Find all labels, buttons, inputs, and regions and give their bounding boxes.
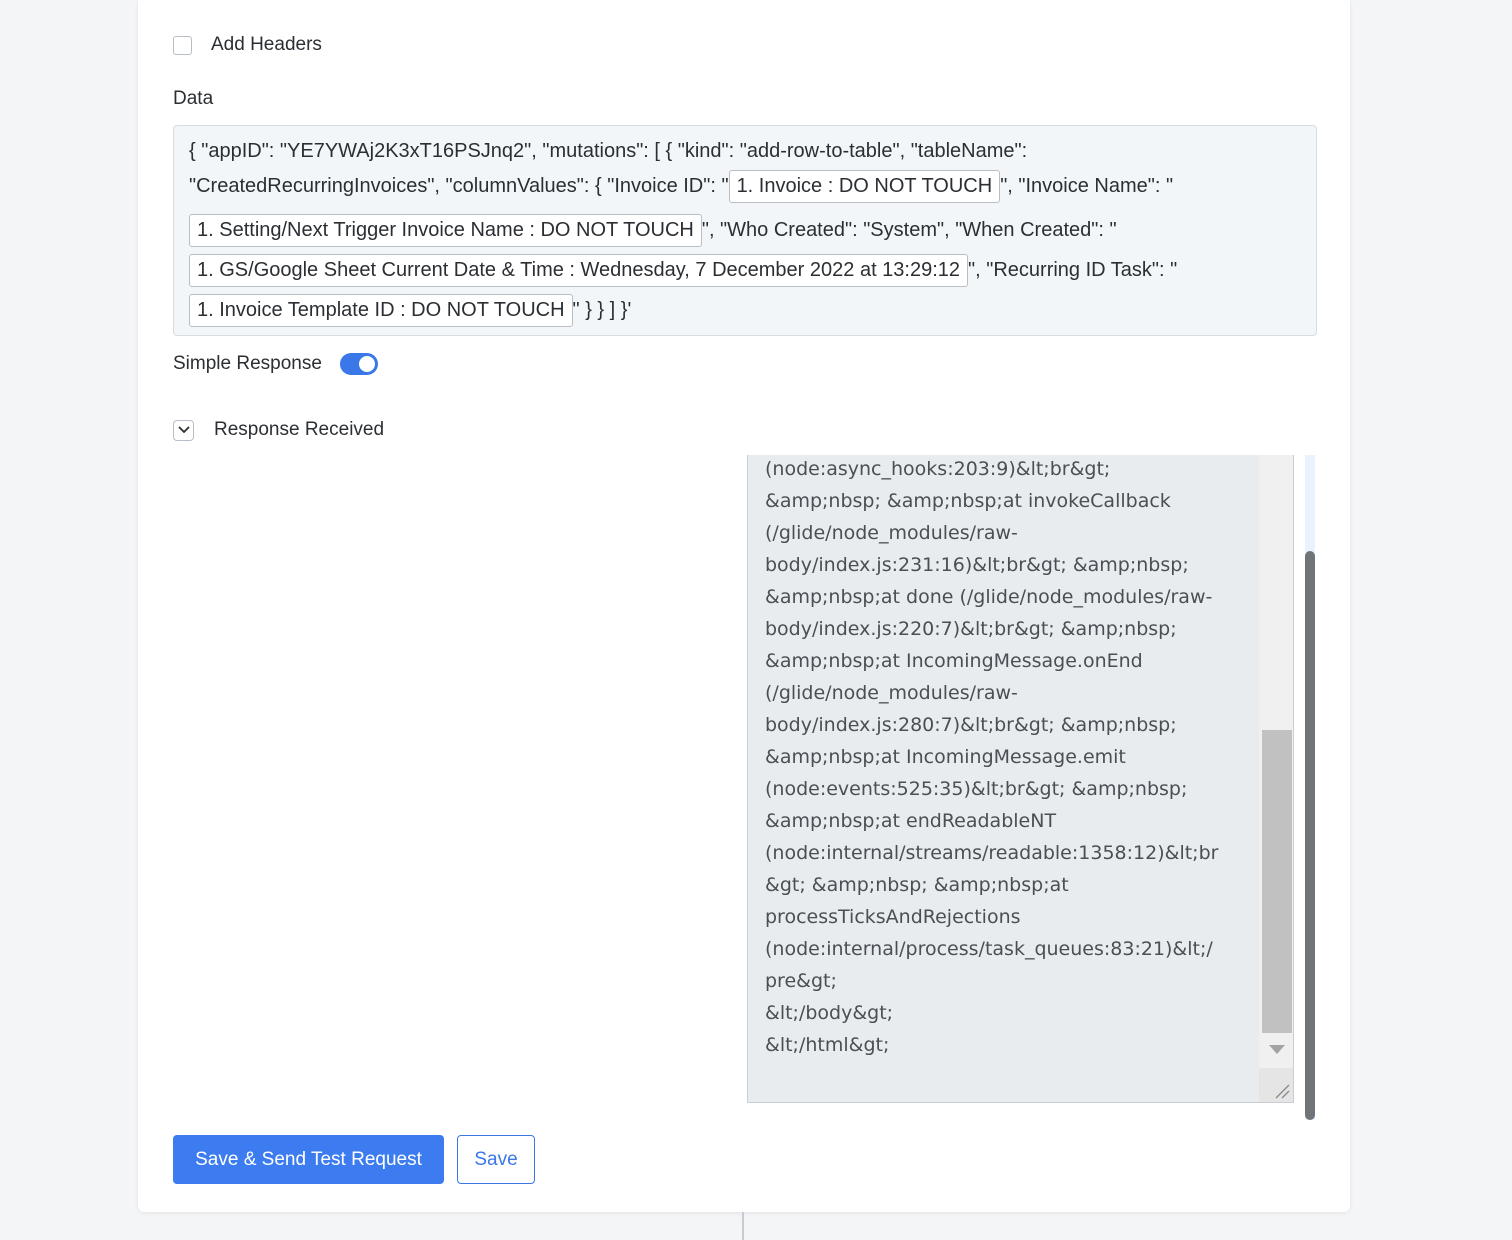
save-button[interactable]: Save <box>457 1135 535 1184</box>
invoice-name-variable-pill[interactable]: 1. Setting/Next Trigger Invoice Name : D… <box>189 214 702 248</box>
panel-scrollbar-thumb[interactable] <box>1305 551 1315 1120</box>
response-line: (node:events:525:35)&lt;br&gt; &amp;nbsp… <box>765 778 1188 800</box>
add-headers-row[interactable]: Add Headers <box>173 34 322 56</box>
simple-response-label: Simple Response <box>173 353 322 374</box>
response-line: &lt;/html&gt; <box>765 1034 890 1056</box>
data-line-3: 1. Setting/Next Trigger Invoice Name : D… <box>189 210 1301 250</box>
simple-response-row: Simple Response <box>173 353 378 375</box>
response-line: &amp;nbsp;at done (/glide/node_modules/r… <box>765 586 1213 608</box>
webhook-config-card: Add Headers Data { "appID": "YE7YWAj2K3x… <box>138 0 1350 1212</box>
response-line: processTicksAndRejections <box>765 906 1021 928</box>
response-received-label: Response Received <box>214 419 385 440</box>
resize-grip-icon[interactable] <box>1259 1068 1293 1102</box>
recurring-id-variable-pill[interactable]: 1. Invoice Template ID : DO NOT TOUCH <box>189 294 573 328</box>
data-line-5: 1. Invoice Template ID : DO NOT TOUCH " }… <box>189 290 1301 330</box>
response-received-row[interactable]: Response Received <box>173 419 384 441</box>
save-and-send-test-request-button[interactable]: Save & Send Test Request <box>173 1135 444 1184</box>
response-line: (node:internal/process/task_queues:83:21… <box>765 938 1213 960</box>
response-line: &gt; &amp;nbsp; &amp;nbsp;at <box>765 874 1069 896</box>
response-line: (node:internal/streams/readable:1358:12)… <box>765 842 1219 864</box>
response-text: (node:async_hooks:203:9)&lt;br&gt; &amp;n… <box>765 455 1243 1061</box>
add-headers-label: Add Headers <box>211 34 322 55</box>
simple-response-toggle[interactable] <box>339 353 378 375</box>
data-line-2: "CreatedRecurringInvoices", "columnValue… <box>189 170 1301 210</box>
when-created-variable-pill[interactable]: 1. GS/Google Sheet Current Date & Time :… <box>189 254 969 288</box>
toggle-knob <box>358 356 375 372</box>
add-headers-checkbox[interactable] <box>173 35 192 55</box>
response-textarea[interactable]: (node:async_hooks:203:9)&lt;br&gt; &amp;n… <box>747 455 1294 1103</box>
data-line-4: 1. GS/Google Sheet Current Date & Time :… <box>189 250 1301 290</box>
scroll-down-arrow-icon[interactable] <box>1269 1045 1285 1054</box>
data-label: Data <box>173 88 214 109</box>
response-scrollbar-thumb[interactable] <box>1262 730 1292 1033</box>
panel-scrollbar[interactable] <box>1305 455 1315 1120</box>
response-line: (/glide/node_modules/raw- <box>765 682 1018 704</box>
data-editor[interactable]: { "appID": "YE7YWAj2K3xT16PSJnq2", "muta… <box>173 125 1317 336</box>
data-line-1: { "appID": "YE7YWAj2K3xT16PSJnq2", "muta… <box>189 140 1028 162</box>
response-line: body/index.js:231:16)&lt;br&gt; &amp;nbs… <box>765 554 1189 576</box>
response-line: &amp;nbsp;at IncomingMessage.onEnd <box>765 650 1143 672</box>
response-line: &lt;/body&gt; <box>765 1002 894 1024</box>
response-line: (/glide/node_modules/raw- <box>765 522 1018 544</box>
response-scrollbar[interactable] <box>1259 455 1293 1102</box>
response-line: &amp;nbsp;at IncomingMessage.emit <box>765 746 1126 768</box>
response-line: &amp;nbsp;at endReadableNT <box>765 810 1057 832</box>
response-line: body/index.js:280:7)&lt;br&gt; &amp;nbsp… <box>765 714 1177 736</box>
response-line: body/index.js:220:7)&lt;br&gt; &amp;nbsp… <box>765 618 1177 640</box>
response-line: (node:async_hooks:203:9)&lt;br&gt; <box>765 458 1111 480</box>
connector-line <box>742 1212 744 1240</box>
response-line: pre&gt; <box>765 970 837 992</box>
invoice-id-variable-pill[interactable]: 1. Invoice : DO NOT TOUCH <box>728 170 1001 203</box>
response-line: &amp;nbsp; &amp;nbsp;at invokeCallback <box>765 490 1171 512</box>
chevron-down-icon <box>178 426 189 433</box>
response-received-expand-button[interactable] <box>173 419 194 441</box>
